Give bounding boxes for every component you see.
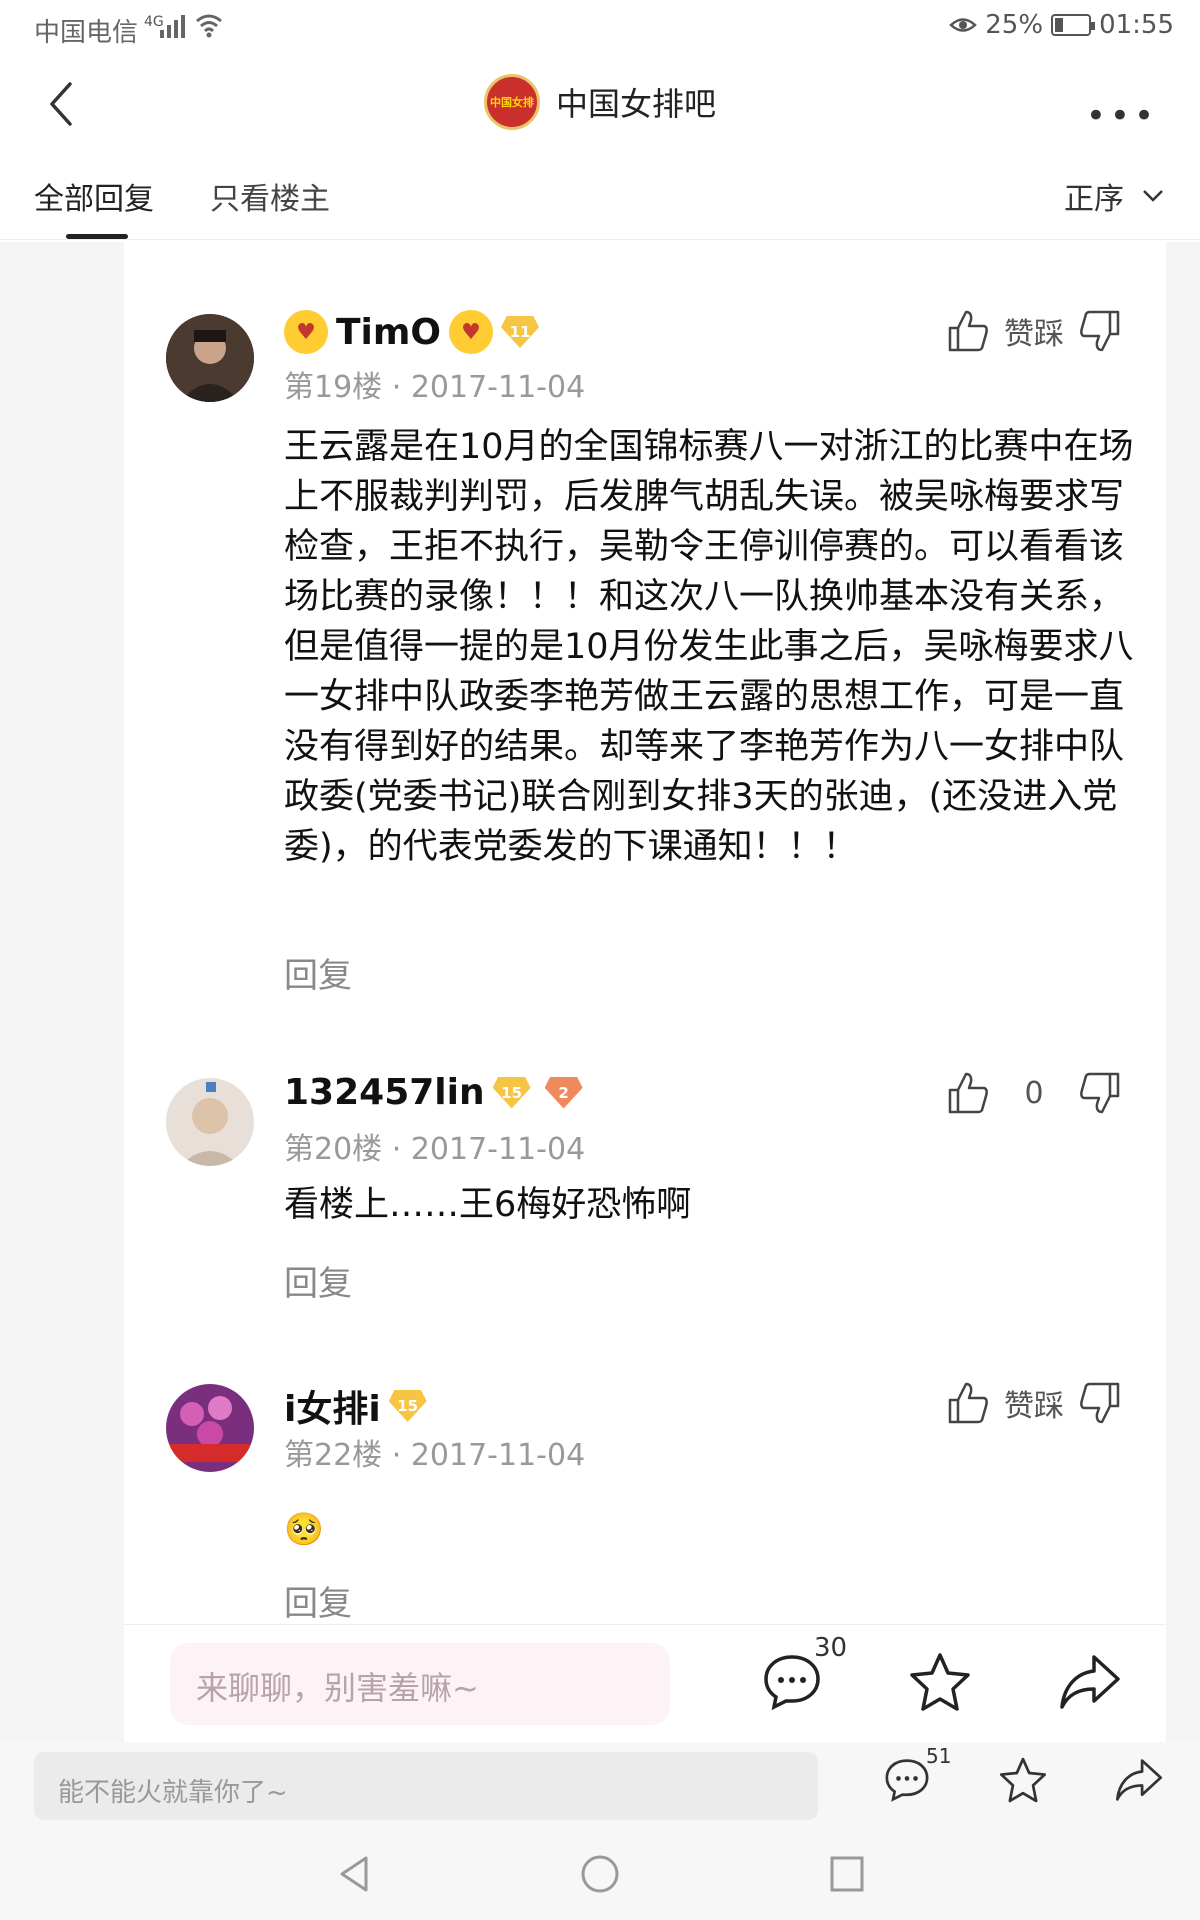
floor-number: 第22楼	[284, 1438, 383, 1473]
tab-all-replies[interactable]: 全部回复	[34, 174, 154, 218]
post-meta: 第22楼 · 2017-11-04	[284, 1430, 585, 1474]
bottom-comment-bar: 能不能火就靠你了~ 51	[0, 1742, 1200, 1832]
signal-icon	[160, 14, 185, 38]
floor-number: 第19楼	[284, 370, 383, 405]
reply-list: ♥ TimO ♥ 11 第19楼 · 2017-11-04 赞踩 王云露是在10…	[124, 242, 1166, 1742]
vote-label: 赞踩	[1004, 1389, 1064, 1424]
reply-tabs: 全部回复 只看楼主 正序	[0, 160, 1200, 240]
thumbs-up-icon[interactable]	[946, 1380, 990, 1426]
comment-input[interactable]: 来聊聊，别害羞嘛~	[170, 1643, 670, 1725]
chevron-down-icon	[1143, 190, 1163, 202]
eye-icon	[949, 18, 978, 32]
comment-icon[interactable]	[882, 1756, 932, 1804]
heart-eyes-emoji-icon: ♥	[284, 310, 328, 354]
battery-icon	[1051, 14, 1096, 36]
bottom-comment-input[interactable]: 能不能火就靠你了~	[34, 1752, 818, 1820]
post-date: 2017-11-04	[410, 1132, 586, 1167]
thumbs-down-icon[interactable]	[1078, 308, 1122, 354]
meta-separator: ·	[391, 370, 411, 405]
username-text: i女排i	[284, 1389, 381, 1430]
vote-label: 赞踩	[1004, 317, 1064, 352]
username[interactable]: 132457lin 15 2	[284, 1072, 583, 1113]
share-icon[interactable]	[1114, 1756, 1164, 1804]
carrier-name: 中国电信	[34, 18, 139, 48]
comment-count: 30	[814, 1633, 848, 1663]
level-badge: 11	[501, 316, 540, 348]
nav-home-icon[interactable]	[578, 1852, 622, 1896]
post-date: 2017-11-04	[410, 1438, 586, 1473]
thumbs-up-icon[interactable]	[946, 1070, 990, 1116]
heart-eyes-emoji-icon: ♥	[449, 310, 494, 354]
sort-dropdown[interactable]: 正序	[1064, 174, 1164, 218]
level-badge: 15	[492, 1076, 531, 1109]
back-arrow-icon[interactable]	[42, 78, 82, 130]
thumbs-down-icon[interactable]	[1078, 1380, 1122, 1426]
thumbs-up-icon[interactable]	[946, 308, 990, 354]
reply-content: 王云露是在10月的全国锦标赛八一对浙江的比赛中在场上不服裁判判罚，后发脾气胡乱失…	[284, 427, 1134, 867]
thumbs-down-icon[interactable]	[1078, 1070, 1122, 1116]
star-icon[interactable]	[998, 1756, 1048, 1804]
header: 中国女排 中国女排吧 •••	[0, 56, 1200, 152]
vote-actions: 赞踩	[946, 1380, 1122, 1426]
post-date: 2017-11-04	[410, 370, 586, 405]
meta-separator: ·	[391, 1438, 411, 1473]
username-text: TimO	[336, 311, 442, 353]
reply-button[interactable]: 回复	[284, 948, 352, 997]
floating-comment-bar: 来聊聊，别害羞嘛~ 30	[124, 1624, 1166, 1742]
floor-number: 第20楼	[284, 1132, 383, 1167]
avatar[interactable]	[166, 1384, 254, 1472]
forum-logo-text: 中国女排	[490, 96, 534, 109]
forum-logo: 中国女排	[484, 74, 540, 130]
wifi-icon	[196, 14, 222, 38]
more-icon[interactable]: •••	[1086, 96, 1158, 136]
sort-label: 正序	[1064, 182, 1124, 217]
username-text: 132457lin	[284, 1072, 485, 1113]
active-tab-indicator	[66, 234, 128, 239]
avatar[interactable]	[166, 1078, 254, 1166]
forum-title[interactable]: 中国女排 中国女排吧	[484, 74, 716, 130]
status-right: 25% 01:55	[949, 10, 1174, 40]
clock: 01:55	[1099, 10, 1174, 40]
system-nav-bar	[0, 1832, 1200, 1920]
avatar[interactable]	[166, 314, 254, 402]
reply-content: 看楼上……王6梅好恐怖啊	[284, 1185, 692, 1225]
battery-percent: 25%	[985, 10, 1044, 40]
comment-count: 51	[926, 1744, 952, 1768]
level-badge: 15	[388, 1390, 427, 1422]
username[interactable]: i女排i 15	[284, 1380, 427, 1432]
nav-recents-icon[interactable]	[826, 1852, 866, 1896]
username[interactable]: ♥ TimO ♥ 11	[284, 310, 540, 354]
vote-actions: 赞踩	[946, 308, 1122, 354]
star-icon[interactable]	[908, 1651, 972, 1713]
post-meta: 第19楼 · 2017-11-04	[284, 362, 585, 406]
meta-separator: ·	[391, 1132, 411, 1167]
tab-only-op[interactable]: 只看楼主	[210, 174, 330, 218]
status-bar: 中国电信 4G 25% 01:55	[0, 0, 1200, 56]
nav-back-icon[interactable]	[334, 1852, 374, 1896]
forum-name: 中国女排吧	[556, 85, 717, 123]
share-icon[interactable]	[1058, 1651, 1122, 1713]
reply-button[interactable]: 回复	[284, 1576, 352, 1625]
like-count: 0	[1024, 1075, 1044, 1111]
reply-button[interactable]: 回复	[284, 1256, 352, 1305]
member-badge: 2	[544, 1076, 583, 1109]
reply-content: 🥺	[284, 1510, 324, 1548]
vote-actions: 0	[946, 1070, 1122, 1116]
post-meta: 第20楼 · 2017-11-04	[284, 1124, 585, 1168]
